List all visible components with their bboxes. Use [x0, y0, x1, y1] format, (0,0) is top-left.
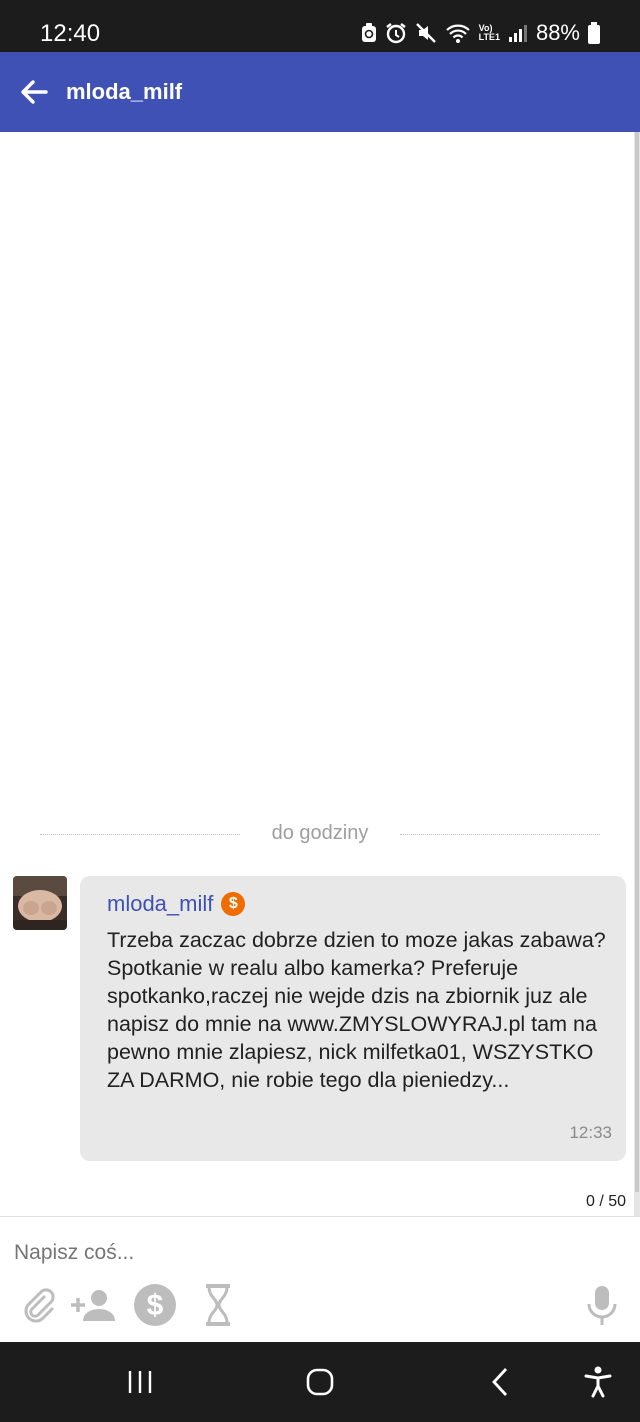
- money-button[interactable]: $: [132, 1283, 178, 1327]
- divider-line-right: [400, 834, 600, 835]
- recent-apps-button[interactable]: [120, 1362, 160, 1402]
- avatar[interactable]: [13, 876, 67, 930]
- add-person-button[interactable]: [68, 1283, 118, 1327]
- home-button[interactable]: [300, 1362, 340, 1402]
- home-icon: [306, 1368, 334, 1396]
- status-bar: 12:40 Vo) LTE1 88%: [0, 0, 640, 52]
- conversation-title: mloda_milf: [66, 79, 183, 104]
- app-bar: mloda_milf: [0, 52, 640, 132]
- system-nav-bar: [0, 1342, 640, 1422]
- arrow-left-icon[interactable]: [16, 74, 52, 110]
- wifi-icon: [445, 24, 470, 43]
- accessibility-button[interactable]: [578, 1362, 618, 1402]
- svg-text:$: $: [147, 1289, 164, 1322]
- signal-icon: [508, 25, 527, 42]
- add-person-icon: [71, 1290, 115, 1321]
- back-icon: [492, 1368, 508, 1396]
- battery-percent: 88%: [535, 20, 580, 45]
- alarm-icon: [385, 23, 406, 44]
- attach-button[interactable]: [18, 1283, 58, 1327]
- message-input[interactable]: [14, 1235, 614, 1271]
- status-icons: Vo) LTE1 88%: [361, 20, 600, 46]
- dollar-badge-icon: $: [221, 892, 246, 916]
- message-text: Trzeba zaczac dobrze dzien to moze jakas…: [107, 928, 606, 1092]
- back-button[interactable]: [480, 1362, 520, 1402]
- composer: $: [0, 1216, 640, 1342]
- timer-button[interactable]: [196, 1283, 240, 1327]
- hourglass-icon: [206, 1284, 230, 1326]
- dollar-icon: $: [134, 1284, 176, 1326]
- sender-name[interactable]: mloda_milf: [107, 891, 213, 917]
- volte-icon: Vo) LTE1: [478, 23, 500, 42]
- status-time: 12:40: [40, 20, 101, 47]
- accessibility-icon: [584, 1366, 612, 1398]
- mute-icon: [415, 23, 436, 43]
- voice-button[interactable]: [580, 1283, 624, 1327]
- paperclip-icon: [24, 1288, 55, 1323]
- chat-scrollbar[interactable]: [634, 132, 640, 1216]
- char-counter: 0 / 50: [585, 1193, 626, 1210]
- battery-icon: [588, 22, 600, 44]
- android-icon: [361, 23, 376, 42]
- scrollbar-thumb[interactable]: [635, 132, 639, 1192]
- message-bubble[interactable]: mloda_milf $ Trzeba zaczac dobrze dzien …: [80, 876, 626, 1161]
- message-time: 12:33: [569, 1123, 612, 1142]
- microphone-icon: [587, 1286, 617, 1325]
- message-sender[interactable]: mloda_milf $: [107, 891, 246, 917]
- recent-apps-icon: [128, 1371, 152, 1393]
- date-divider: do godziny: [40, 822, 600, 848]
